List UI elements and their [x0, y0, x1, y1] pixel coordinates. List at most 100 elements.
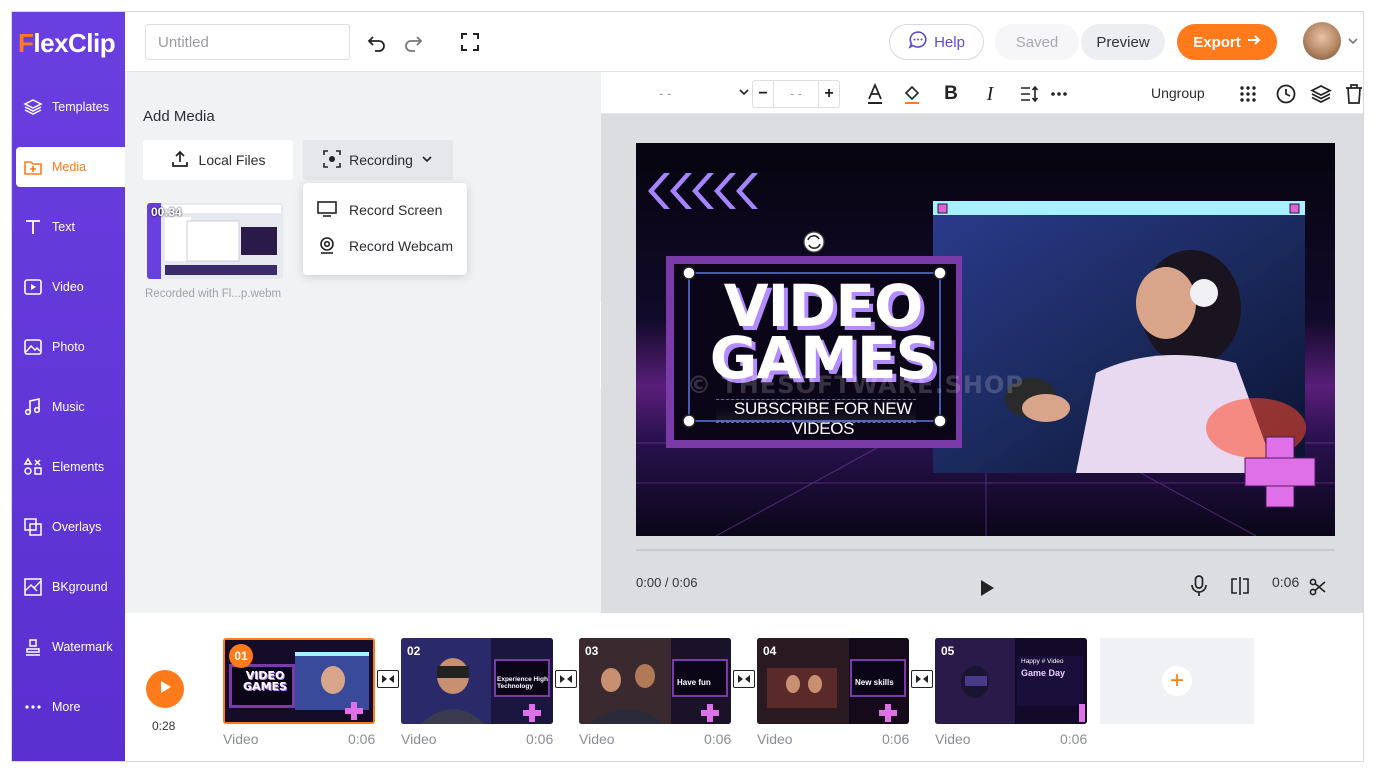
- timeline-play-button[interactable]: [146, 670, 184, 708]
- sidebar-item-music[interactable]: Music: [12, 377, 125, 437]
- record-screen-option[interactable]: Record Screen: [317, 198, 442, 222]
- top-bar: Untitled Help Saved Preview Export: [125, 12, 1363, 72]
- timeline-clip-01[interactable]: VIDEO GAMES 01: [223, 638, 375, 724]
- chevron-down-icon[interactable]: [1346, 34, 1360, 48]
- user-avatar[interactable]: [1303, 22, 1341, 60]
- trash-icon[interactable]: [1342, 82, 1363, 106]
- microphone-icon[interactable]: [1190, 575, 1208, 602]
- recording-label: Recording: [349, 152, 413, 168]
- video-icon: [23, 277, 43, 297]
- ungroup-button[interactable]: Ungroup: [1151, 85, 1205, 101]
- sidebar-item-overlays[interactable]: Overlays: [12, 497, 125, 557]
- font-size-stepper[interactable]: − - - +: [752, 80, 840, 108]
- record-webcam-label: Record Webcam: [349, 238, 454, 254]
- sidebar-item-label: Overlays: [52, 520, 102, 534]
- timeline-clip-03[interactable]: Have fun 03: [579, 638, 731, 724]
- undo-icon[interactable]: [365, 30, 389, 54]
- background-icon: [23, 577, 43, 597]
- more-options-icon[interactable]: [1047, 82, 1071, 106]
- upload-icon: [171, 150, 189, 171]
- photo-icon: [23, 337, 43, 357]
- export-button[interactable]: Export: [1177, 24, 1277, 60]
- bold-icon[interactable]: B: [939, 82, 963, 106]
- transition-icon[interactable]: [555, 670, 577, 688]
- sidebar-item-label: Templates: [52, 100, 109, 114]
- scissors-icon[interactable]: [1309, 578, 1327, 601]
- fullscreen-icon[interactable]: [458, 30, 482, 54]
- chevron-down-icon: [737, 85, 751, 102]
- chat-icon: [908, 30, 928, 54]
- sidebar-item-bkground[interactable]: BKground: [12, 557, 125, 617]
- webcam-icon: [317, 235, 337, 258]
- transition-icon[interactable]: [733, 670, 755, 688]
- sidebar-item-watermark[interactable]: Watermark: [12, 617, 125, 677]
- current-time: 0:00 / 0:06: [636, 575, 698, 590]
- flexclip-editor: FlexClip Templates Media Text Video Phot…: [12, 12, 1363, 761]
- clip-label: Video: [579, 731, 615, 747]
- video-canvas[interactable]: VIDEO GAMES SUBSCRIBE FOR NEW VIDEOS © T…: [636, 143, 1335, 536]
- recording-dropdown: Record Screen Record Webcam: [303, 183, 467, 275]
- split-icon[interactable]: [1230, 577, 1250, 600]
- help-label: Help: [934, 33, 965, 51]
- clip-duration: 0:06: [348, 731, 376, 747]
- progress-track[interactable]: [636, 549, 1335, 551]
- transition-icon[interactable]: [911, 670, 933, 688]
- font-size-value[interactable]: - -: [773, 81, 819, 107]
- sidebar-item-text[interactable]: Text: [12, 197, 125, 257]
- media-panel: Add Media Local Files Recording Record S…: [125, 72, 614, 613]
- overlays-icon: [23, 517, 43, 537]
- clip-duration: 0:06: [704, 731, 732, 747]
- decrease-size-button[interactable]: −: [753, 85, 773, 103]
- sidebar-item-label: Photo: [52, 340, 85, 354]
- layers-icon[interactable]: [1309, 82, 1333, 106]
- record-webcam-option[interactable]: Record Webcam: [317, 234, 453, 258]
- flexclip-logo[interactable]: FlexClip: [18, 28, 116, 59]
- total-time: 0:28: [152, 719, 176, 733]
- sidebar-item-photo[interactable]: Photo: [12, 317, 125, 377]
- timeline: 0:28 VIDEO GAMES 01 Experience High Tech…: [125, 613, 1363, 761]
- media-filename: Recorded with Fl...p.webm: [145, 288, 282, 300]
- timeline-clip-04[interactable]: New skills 04: [757, 638, 909, 724]
- preview-button[interactable]: Preview: [1081, 24, 1165, 60]
- layers-icon: [23, 97, 43, 117]
- chevron-down-icon: [421, 152, 433, 168]
- line-spacing-icon[interactable]: [1017, 82, 1041, 106]
- elements-icon: [23, 457, 43, 477]
- text-color-icon[interactable]: [863, 82, 887, 106]
- font-select[interactable]: - -: [641, 81, 751, 105]
- sidebar-item-media[interactable]: Media: [16, 147, 125, 187]
- clock-icon[interactable]: [1274, 82, 1298, 106]
- folder-icon: [23, 157, 43, 177]
- recording-button[interactable]: Recording: [303, 140, 453, 180]
- clip-number: 01: [229, 644, 253, 668]
- clip-thumb-title: Experience High Technology: [497, 676, 548, 690]
- sidebar-item-label: Watermark: [52, 640, 113, 654]
- play-icon: [157, 679, 173, 700]
- text-icon: [23, 217, 43, 237]
- timeline-clip-02[interactable]: Experience High Technology 02: [401, 638, 553, 724]
- font-value: - -: [659, 85, 672, 101]
- redo-icon[interactable]: [401, 30, 425, 54]
- subtitle-text[interactable]: SUBSCRIBE FOR NEW VIDEOS: [708, 399, 938, 439]
- sidebar-item-elements[interactable]: Elements: [12, 437, 125, 497]
- local-files-button[interactable]: Local Files: [143, 140, 293, 180]
- timeline-clip-05[interactable]: Happy # Video Game Day 05: [935, 638, 1087, 724]
- play-icon[interactable]: [978, 579, 996, 602]
- add-clip-button[interactable]: +: [1100, 638, 1254, 724]
- sidebar-item-label: Elements: [52, 460, 105, 474]
- media-item-thumbnail[interactable]: 00:34: [147, 203, 283, 279]
- italic-icon[interactable]: I: [978, 82, 1002, 106]
- watermark: © THESOFTWARE.SHOP: [687, 371, 1024, 399]
- sidebar-item-more[interactable]: More: [12, 677, 125, 737]
- project-title-input[interactable]: Untitled: [145, 24, 350, 60]
- increase-size-button[interactable]: +: [819, 85, 839, 103]
- grid-icon[interactable]: [1236, 82, 1260, 106]
- sidebar-item-templates[interactable]: Templates: [12, 77, 125, 137]
- transition-icon[interactable]: [377, 670, 399, 688]
- sidebar-item-video[interactable]: Video: [12, 257, 125, 317]
- record-icon: [323, 149, 341, 171]
- panel-title: Add Media: [143, 108, 215, 125]
- sidebar-item-label: More: [52, 700, 81, 714]
- fill-color-icon[interactable]: [900, 82, 924, 106]
- help-button[interactable]: Help: [889, 24, 984, 60]
